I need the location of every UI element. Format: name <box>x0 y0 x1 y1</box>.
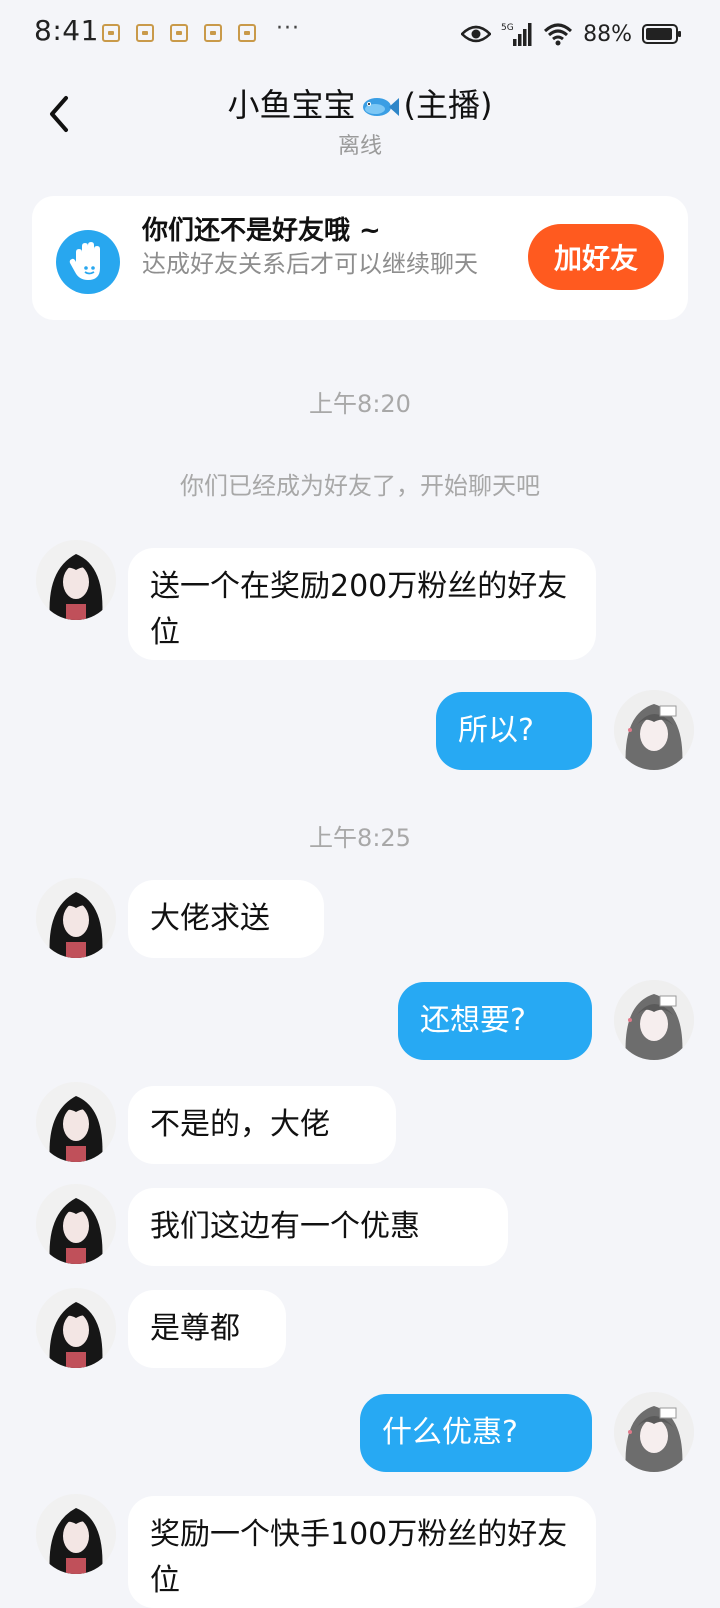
contact-avatar[interactable] <box>36 540 116 620</box>
message-bubble-received[interactable]: 是尊都 <box>128 1290 286 1368</box>
message-bubble-received[interactable]: 送一个在奖励200万粉丝的好友位 <box>128 548 596 660</box>
message-bubble-sent[interactable]: 什么优惠? <box>360 1394 592 1472</box>
contact-avatar[interactable] <box>36 1494 116 1574</box>
contact-role: (主播) <box>403 86 493 124</box>
message-bubble-sent[interactable]: 还想要? <box>398 982 592 1060</box>
user-avatar[interactable] <box>614 1392 694 1472</box>
chat-header: 小鱼宝宝 (主播) 离线 <box>0 66 720 162</box>
cellular-signal-icon: 5G <box>501 21 533 47</box>
fish-icon <box>360 90 400 116</box>
message-bubble-received[interactable]: 奖励一个快手100万粉丝的好友位 <box>128 1496 596 1608</box>
contact-name[interactable]: 小鱼宝宝 (主播) <box>228 80 493 126</box>
timestamp: 上午8:25 <box>309 824 411 852</box>
network-type-label: 5G <box>501 23 514 33</box>
notification-icon <box>238 24 256 42</box>
battery-icon <box>642 24 682 44</box>
notification-icon <box>204 24 222 42</box>
contact-avatar[interactable] <box>36 878 116 958</box>
message-bubble-received[interactable]: 大佬求送 <box>128 880 324 958</box>
more-notifications-icon: ··· <box>276 16 300 41</box>
wifi-icon <box>543 22 573 46</box>
notification-icons <box>102 24 256 42</box>
contact-avatar[interactable] <box>36 1288 116 1368</box>
contact-avatar[interactable] <box>36 1082 116 1162</box>
notification-icon <box>170 24 188 42</box>
hand-wave-icon <box>56 230 120 294</box>
message-bubble-sent[interactable]: 所以? <box>436 692 592 770</box>
banner-title: 你们还不是好友哦 ~ <box>142 216 381 246</box>
status-time: 8:41 <box>34 14 99 47</box>
friend-request-banner: 你们还不是好友哦 ~ 达成好友关系后才可以继续聊天 加好友 <box>32 196 688 320</box>
contact-avatar[interactable] <box>36 1184 116 1264</box>
user-avatar[interactable] <box>614 690 694 770</box>
contact-status: 离线 <box>337 134 382 159</box>
timestamp: 上午8:20 <box>309 390 411 418</box>
message-bubble-received[interactable]: 我们这边有一个优惠 <box>128 1188 508 1266</box>
system-message: 你们已经成为好友了，开始聊天吧 <box>180 472 540 500</box>
message-bubble-received[interactable]: 不是的，大佬 <box>128 1086 396 1164</box>
battery-percent: 88% <box>583 21 632 47</box>
user-avatar[interactable] <box>614 980 694 1060</box>
status-bar: 8:41 ··· 5G 88% <box>0 0 720 66</box>
eye-icon <box>461 25 492 43</box>
add-friend-button[interactable]: 加好友 <box>528 224 664 290</box>
notification-icon <box>136 24 154 42</box>
contact-name-text: 小鱼宝宝 <box>227 86 356 124</box>
banner-description: 达成好友关系后才可以继续聊天 <box>142 250 478 278</box>
notification-icon <box>102 24 120 42</box>
